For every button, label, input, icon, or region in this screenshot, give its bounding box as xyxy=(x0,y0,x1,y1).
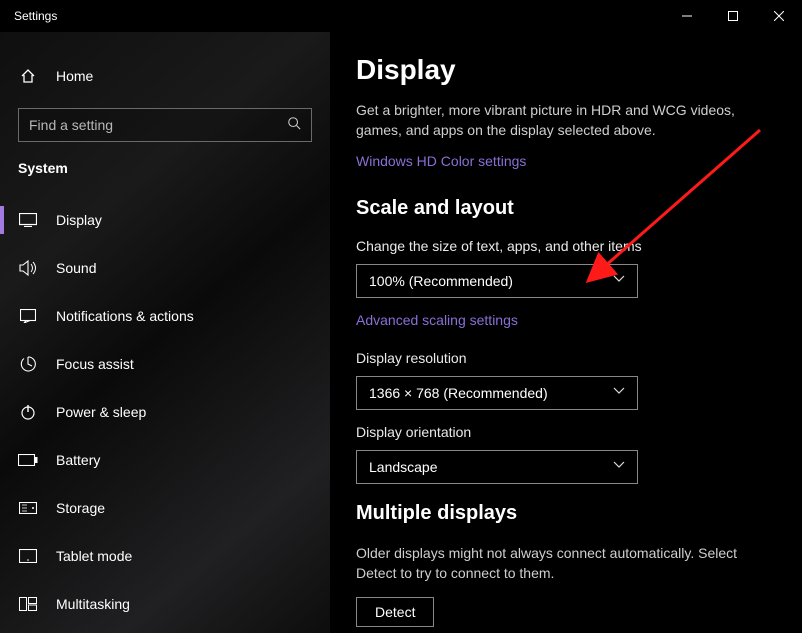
sidebar-item-label: Storage xyxy=(56,500,105,516)
sidebar-item-display[interactable]: Display xyxy=(0,196,330,244)
sidebar-item-label: Display xyxy=(56,212,102,228)
sidebar-item-label: Power & sleep xyxy=(56,404,146,420)
page-title: Display xyxy=(356,54,776,86)
maximize-icon xyxy=(728,11,738,21)
sidebar-item-label: Sound xyxy=(56,260,96,276)
minimize-icon xyxy=(682,11,692,21)
section-label: System xyxy=(0,156,330,196)
minimize-button[interactable] xyxy=(664,0,710,32)
sidebar-item-sound[interactable]: Sound xyxy=(0,244,330,292)
notifications-icon xyxy=(18,306,38,326)
chevron-down-icon xyxy=(613,461,625,472)
hdr-description: Get a brighter, more vibrant picture in … xyxy=(356,100,776,141)
maximize-button[interactable] xyxy=(710,0,756,32)
sound-icon xyxy=(18,258,38,278)
display-icon xyxy=(18,210,38,230)
orientation-value: Landscape xyxy=(369,459,438,475)
sidebar-item-storage[interactable]: Storage xyxy=(0,484,330,532)
multitask-icon xyxy=(18,594,38,614)
sidebar-item-multitasking[interactable]: Multitasking xyxy=(0,580,330,628)
focus-icon xyxy=(18,354,38,374)
scale-layout-heading: Scale and layout xyxy=(356,197,776,220)
scale-dropdown[interactable]: 100% (Recommended) xyxy=(356,264,638,298)
sidebar-item-notifications[interactable]: Notifications & actions xyxy=(0,292,330,340)
sidebar-item-power-sleep[interactable]: Power & sleep xyxy=(0,388,330,436)
sidebar: Home System Display Sound Notifica xyxy=(0,32,330,633)
sidebar-item-label: Notifications & actions xyxy=(56,308,194,324)
scale-value: 100% (Recommended) xyxy=(369,273,513,289)
chevron-down-icon xyxy=(613,387,625,398)
sidebar-item-label: Tablet mode xyxy=(56,548,132,564)
search-box[interactable] xyxy=(18,108,312,142)
sidebar-item-focus-assist[interactable]: Focus assist xyxy=(0,340,330,388)
search-icon xyxy=(287,116,301,135)
power-icon xyxy=(18,402,38,422)
sidebar-item-tablet-mode[interactable]: Tablet mode xyxy=(0,532,330,580)
chevron-down-icon xyxy=(613,275,625,286)
resolution-label: Display resolution xyxy=(356,350,776,366)
titlebar: Settings xyxy=(0,0,802,32)
storage-icon xyxy=(18,498,38,518)
advanced-scaling-link[interactable]: Advanced scaling settings xyxy=(356,312,518,328)
multiple-displays-heading: Multiple displays xyxy=(356,502,776,525)
window-title: Settings xyxy=(14,9,57,23)
multiple-displays-description: Older displays might not always connect … xyxy=(356,543,776,584)
detect-label: Detect xyxy=(375,604,415,620)
orientation-label: Display orientation xyxy=(356,424,776,440)
sidebar-item-label: Multitasking xyxy=(56,596,130,612)
tablet-icon xyxy=(18,546,38,566)
resolution-dropdown[interactable]: 1366 × 768 (Recommended) xyxy=(356,376,638,410)
search-input[interactable] xyxy=(29,117,287,133)
battery-icon xyxy=(18,450,38,470)
hd-color-link[interactable]: Windows HD Color settings xyxy=(356,153,526,169)
main-panel: Display Get a brighter, more vibrant pic… xyxy=(330,32,802,633)
resolution-value: 1366 × 768 (Recommended) xyxy=(369,385,548,401)
window-controls xyxy=(664,0,802,32)
sidebar-item-label: Battery xyxy=(56,452,100,468)
home-label: Home xyxy=(56,68,93,84)
orientation-dropdown[interactable]: Landscape xyxy=(356,450,638,484)
home-icon xyxy=(18,66,38,86)
close-button[interactable] xyxy=(756,0,802,32)
detect-button[interactable]: Detect xyxy=(356,597,434,627)
scale-label: Change the size of text, apps, and other… xyxy=(356,238,776,254)
close-icon xyxy=(774,11,784,21)
sidebar-item-battery[interactable]: Battery xyxy=(0,436,330,484)
sidebar-item-label: Focus assist xyxy=(56,356,134,372)
home-nav[interactable]: Home xyxy=(0,58,330,94)
